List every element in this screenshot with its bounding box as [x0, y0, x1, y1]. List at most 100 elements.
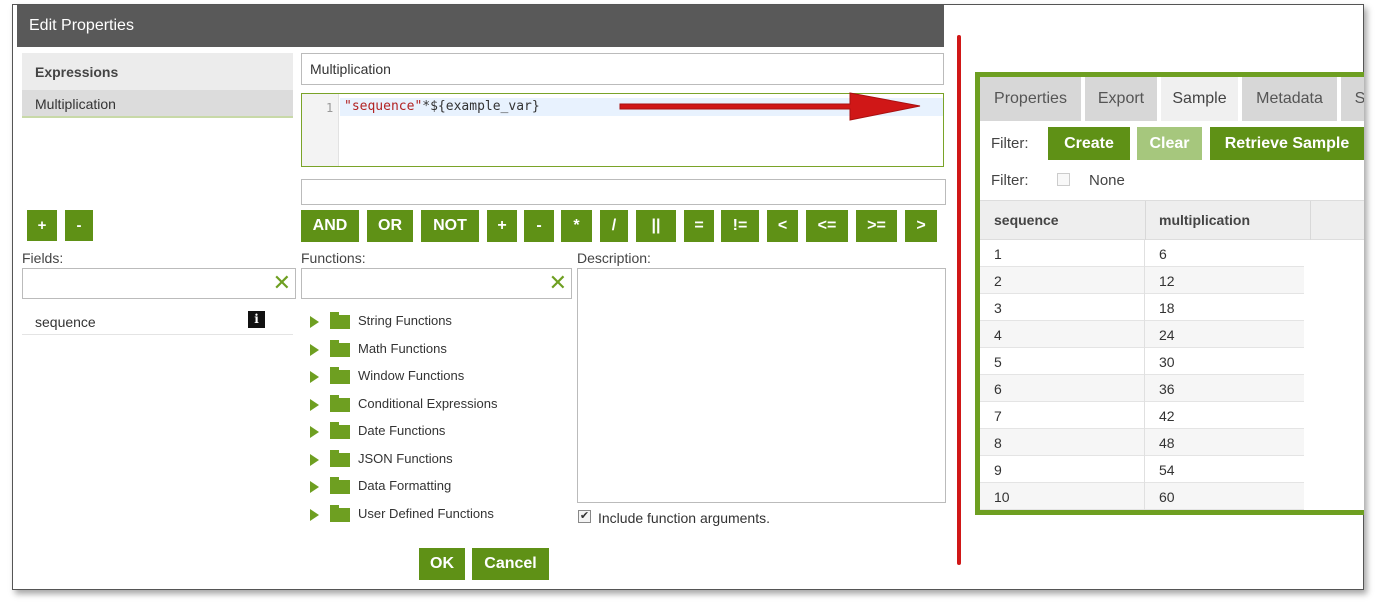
cell-divider	[1144, 483, 1145, 510]
folder-icon	[330, 505, 350, 522]
cell-multiplication: 30	[1159, 354, 1175, 370]
operator-less-equal-button[interactable]: <=	[806, 210, 848, 242]
expression-error-field[interactable]	[301, 179, 946, 205]
cell-divider	[1144, 267, 1145, 294]
expression-item[interactable]: Multiplication	[22, 90, 293, 118]
dialog-title: Edit Properties	[29, 17, 134, 34]
cell-sequence: 8	[994, 435, 1002, 451]
cell-divider	[1144, 321, 1145, 348]
table-row: 7 42	[980, 402, 1304, 429]
operator-equals-button[interactable]: =	[684, 210, 714, 242]
operator-greater-than-button[interactable]: >	[905, 210, 937, 242]
operator-not-button[interactable]: NOT	[421, 210, 479, 242]
cell-sequence: 2	[994, 273, 1002, 289]
tab-export[interactable]: Export	[1085, 77, 1159, 121]
annotation-divider-line	[957, 35, 961, 565]
function-category-label: String Functions	[358, 313, 452, 328]
cell-divider	[1144, 294, 1145, 321]
table-row: 10 60	[980, 483, 1304, 510]
clear-filter-button[interactable]: Clear	[1137, 127, 1202, 160]
annotation-arrow	[619, 92, 921, 121]
table-row: 16	[980, 240, 1304, 267]
cell-divider	[1144, 402, 1145, 429]
cell-multiplication: 6	[1159, 246, 1167, 262]
expressions-header: Expressions	[22, 53, 293, 90]
tab-metadata[interactable]: Metadata	[1242, 77, 1339, 121]
table-row: 4 24	[980, 321, 1304, 348]
function-category-label: Window Functions	[358, 368, 465, 383]
tab-bar: Properties Export Sample Metadata S	[980, 77, 1364, 121]
create-filter-button[interactable]: Create	[1048, 127, 1130, 160]
tab-sample[interactable]: Sample	[1161, 77, 1240, 121]
add-expression-button[interactable]: +	[27, 210, 57, 241]
cell-sequence: 10	[994, 489, 1010, 505]
cell-sequence: 3	[994, 300, 1002, 316]
fields-label: Fields:	[22, 250, 64, 266]
operator-divide-button[interactable]: /	[600, 210, 628, 242]
operator-minus-button[interactable]: -	[524, 210, 554, 242]
operator-greater-equal-button[interactable]: >=	[856, 210, 897, 242]
code-string-token: "sequence"	[344, 99, 423, 114]
clear-fields-search-icon[interactable]: ✕	[273, 271, 291, 295]
include-arguments-label: Include function arguments.	[598, 510, 770, 526]
expression-name-input[interactable]: Multiplication	[301, 53, 944, 85]
folder-icon	[330, 312, 350, 329]
expand-arrow-icon[interactable]	[310, 344, 319, 356]
info-icon[interactable]: i	[248, 311, 265, 328]
cell-multiplication: 48	[1159, 435, 1175, 451]
dialog-header: Edit Properties	[17, 5, 944, 47]
include-arguments-checkbox[interactable]: ✔	[578, 510, 591, 523]
tab-properties[interactable]: Properties	[980, 77, 1083, 121]
sample-panel: Properties Export Sample Metadata S Filt…	[975, 72, 1364, 515]
retrieve-sample-button[interactable]: Retrieve Sample	[1210, 127, 1364, 160]
operator-and-button[interactable]: AND	[301, 210, 359, 242]
table-row: 5 30	[980, 348, 1304, 375]
operator-plus-button[interactable]: +	[487, 210, 517, 242]
expand-arrow-icon[interactable]	[310, 454, 319, 466]
column-divider	[1310, 201, 1311, 240]
operator-concat-button[interactable]: ||	[636, 210, 676, 242]
filter-none-checkbox[interactable]	[1057, 173, 1070, 186]
cell-multiplication: 18	[1159, 300, 1175, 316]
line-number: 1	[326, 101, 334, 115]
functions-label: Functions:	[301, 250, 366, 266]
column-header-multiplication[interactable]: multiplication	[1159, 212, 1250, 228]
ok-button[interactable]: OK	[419, 548, 465, 580]
cell-sequence: 6	[994, 381, 1002, 397]
expand-arrow-icon[interactable]	[310, 481, 319, 493]
cell-multiplication: 24	[1159, 327, 1175, 343]
operator-or-button[interactable]: OR	[367, 210, 413, 242]
folder-icon	[330, 367, 350, 384]
description-box	[577, 268, 946, 503]
cell-sequence: 4	[994, 327, 1002, 343]
expand-arrow-icon[interactable]	[310, 509, 319, 521]
column-header-sequence[interactable]: sequence	[994, 212, 1059, 228]
remove-expression-button[interactable]: -	[65, 210, 93, 241]
description-label: Description:	[577, 250, 651, 266]
functions-search-input[interactable]: ✕	[301, 268, 572, 299]
column-divider	[1145, 201, 1146, 240]
operator-less-than-button[interactable]: <	[767, 210, 798, 242]
cancel-button[interactable]: Cancel	[472, 548, 549, 580]
filter-label: Filter:	[991, 135, 1029, 152]
function-category-label: Date Functions	[358, 423, 446, 438]
tab-overflow[interactable]: S	[1341, 77, 1364, 121]
function-category-label: Conditional Expressions	[358, 396, 498, 411]
function-category-label: Math Functions	[358, 341, 447, 356]
expand-arrow-icon[interactable]	[310, 316, 319, 328]
expand-arrow-icon[interactable]	[310, 426, 319, 438]
folder-icon	[330, 477, 350, 494]
cell-multiplication: 54	[1159, 462, 1175, 478]
operator-not-equals-button[interactable]: !=	[721, 210, 759, 242]
cell-multiplication: 60	[1159, 489, 1175, 505]
clear-functions-search-icon[interactable]: ✕	[549, 271, 567, 295]
field-item[interactable]: sequence i	[22, 309, 293, 335]
operator-multiply-button[interactable]: *	[561, 210, 592, 242]
code-expression-token: *${example_var}	[422, 99, 540, 114]
cell-sequence: 9	[994, 462, 1002, 478]
expand-arrow-icon[interactable]	[310, 399, 319, 411]
expand-arrow-icon[interactable]	[310, 371, 319, 383]
expressions-panel: Expressions Multiplication	[22, 53, 293, 119]
filter-status-label: Filter:	[991, 172, 1029, 189]
fields-search-input[interactable]: ✕	[22, 268, 296, 299]
